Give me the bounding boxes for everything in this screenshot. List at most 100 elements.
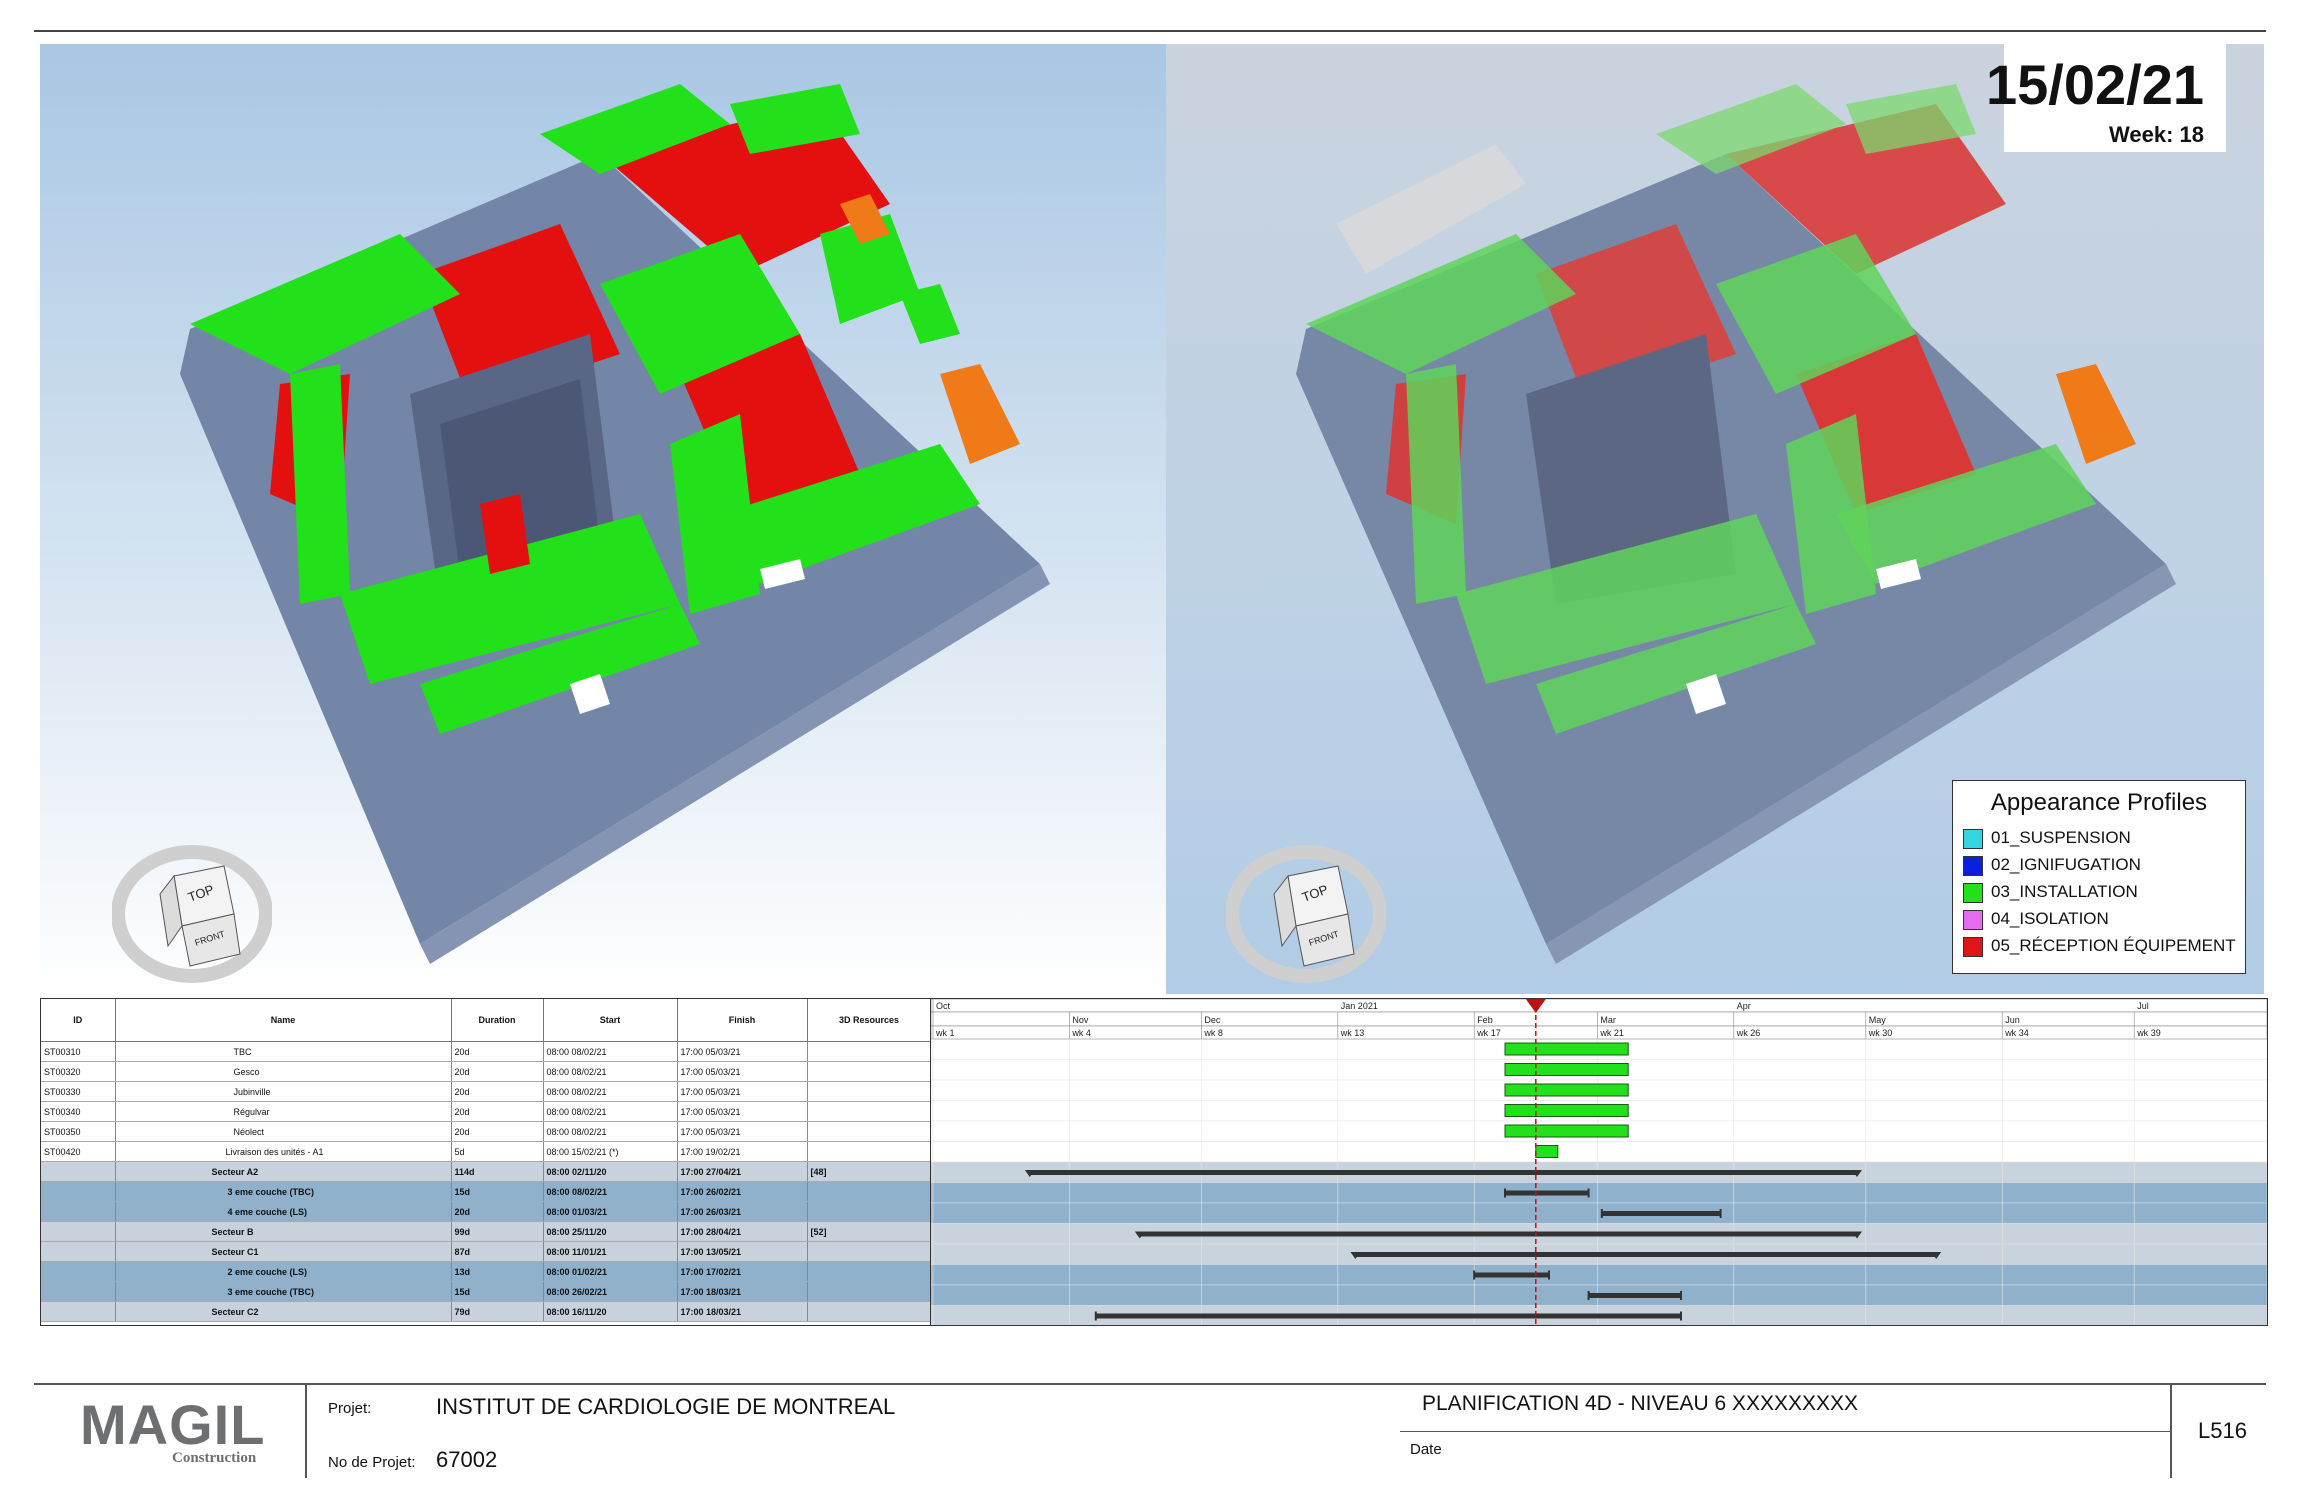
column-header-resources[interactable]: 3D Resources <box>807 999 931 1042</box>
cell-duration: 15d <box>451 1181 544 1202</box>
cell-start: 08:00 08/02/21 <box>543 1101 678 1122</box>
projet-value: INSTITUT DE CARDIOLOGIE DE MONTREAL <box>436 1394 896 1419</box>
cell-name: 2 eme couche (LS) <box>115 1261 452 1282</box>
cell-resources <box>807 1301 931 1322</box>
gantt-month-label: May <box>1869 1015 1887 1025</box>
gantt-week-label: wk 17 <box>1476 1028 1501 1038</box>
cell-start: 08:00 01/02/21 <box>543 1261 678 1282</box>
table-row[interactable]: ST00350 Néolect 20d 08:00 08/02/21 17:00 05/… <box>41 1121 931 1142</box>
titleblock-divider <box>305 1385 307 1478</box>
gantt-chart[interactable]: Oct Nov Dec Jan 2021 Feb Mar Apr May Jun Jul wk 1 w… <box>930 998 2268 1326</box>
table-row[interactable]: ST00310 TBC 20d 08:00 08/02/21 17:00 05/03/2… <box>41 1041 931 1062</box>
cell-id <box>41 1241 116 1262</box>
gantt-month-label: Oct <box>936 1001 951 1011</box>
legend-swatch <box>1963 882 1983 903</box>
cell-start: 08:00 08/02/21 <box>543 1121 678 1142</box>
gantt-task-bar <box>1504 1042 1629 1056</box>
gantt-task-bar <box>1504 1063 1629 1076</box>
gantt-bar-end <box>1473 1270 1476 1280</box>
cell-duration: 87d <box>451 1241 544 1262</box>
table-row[interactable]: ST00420 Livraison des unités - A1 5d 08:00 … <box>41 1141 931 1162</box>
cell-id: ST00350 <box>41 1121 116 1142</box>
legend-swatch <box>1963 909 1983 930</box>
cell-name: Secteur C2 <box>115 1301 452 1322</box>
column-header-id[interactable]: ID <box>41 999 116 1042</box>
column-header-name[interactable]: Name <box>115 999 452 1042</box>
table-row[interactable]: ST00330 Jubinville 20d 08:00 08/02/21 17:00 … <box>41 1081 931 1102</box>
gantt-bar <box>1505 1190 1589 1196</box>
gantt-bar-end <box>1680 1311 1682 1321</box>
gantt-bar-end <box>1587 1188 1590 1198</box>
cell-duration: 99d <box>451 1221 544 1242</box>
appearance-legend: Appearance Profiles 01_SUSPENSION 02_IGN… <box>1952 780 2246 974</box>
task-table[interactable]: ID Name Duration Start Finish 3D Resourc… <box>40 998 932 1326</box>
table-row[interactable]: 3 eme couche (TBC) 15d 08:00 26/02/21 17:00… <box>41 1281 931 1302</box>
gantt-bar-end <box>1600 1209 1603 1218</box>
cell-finish: 17:00 26/03/21 <box>677 1201 808 1222</box>
project-number-value: 67002 <box>436 1447 498 1472</box>
cell-name: Gesco <box>115 1061 452 1082</box>
cell-resources <box>807 1181 931 1202</box>
table-row[interactable]: 3 eme couche (TBC) 15d 08:00 08/02/21 17:00… <box>41 1181 931 1202</box>
cell-resources <box>807 1061 931 1082</box>
gantt-bar <box>1095 1313 1681 1319</box>
gantt-week-label: wk 8 <box>1203 1028 1223 1038</box>
table-row[interactable]: Secteur A2 114d 08:00 02/11/20 17:00 27/04/… <box>41 1161 931 1182</box>
table-row[interactable]: ST00340 Régulvar 20d 08:00 08/02/21 17:00 05… <box>41 1101 931 1122</box>
titleblock-divider <box>2170 1385 2172 1478</box>
cell-name: 3 eme couche (TBC) <box>115 1181 452 1202</box>
gantt-bar <box>1588 1293 1681 1298</box>
cell-duration: 20d <box>451 1201 544 1222</box>
cell-start: 08:00 08/02/21 <box>543 1081 678 1102</box>
table-row[interactable]: 4 eme couche (LS) 20d 08:00 01/03/21 17:00 … <box>41 1201 931 1222</box>
cell-start: 08:00 01/03/21 <box>543 1201 678 1222</box>
cell-resources <box>807 1281 931 1302</box>
cell-resources <box>807 1121 931 1142</box>
cell-duration: 20d <box>451 1041 544 1062</box>
date-overlay: 15/02/21 Week: 18 <box>1986 44 2226 152</box>
cell-finish: 17:00 05/03/21 <box>677 1081 808 1102</box>
gantt-week-label: wk 30 <box>1868 1028 1893 1038</box>
table-row[interactable]: Secteur C2 79d 08:00 16/11/20 17:00 18/03/2… <box>41 1301 931 1322</box>
gantt-week-label: wk 21 <box>1599 1028 1624 1038</box>
cell-start: 08:00 11/01/21 <box>543 1241 678 1262</box>
cell-finish: 17:00 28/04/21 <box>677 1221 808 1242</box>
cell-id <box>41 1261 116 1282</box>
viewport-3d-left[interactable]: TOP FRONT <box>40 44 1166 994</box>
cell-resources <box>807 1261 931 1282</box>
gantt-task-bar <box>1504 1124 1629 1138</box>
cell-id: ST00320 <box>41 1061 116 1082</box>
gantt-week-label: wk 26 <box>1736 1028 1761 1038</box>
current-date: 15/02/21 <box>1986 53 2204 116</box>
cell-name: Livraison des unités - A1 <box>115 1141 452 1162</box>
gantt-bar-end <box>1680 1291 1682 1300</box>
company-logo: MAGIL <box>80 1393 266 1456</box>
cell-duration: 20d <box>451 1101 544 1122</box>
gantt-month-label: Dec <box>1204 1015 1221 1025</box>
legend-swatch <box>1963 855 1983 876</box>
cell-start: 08:00 08/02/21 <box>543 1181 678 1202</box>
gantt-month-label: Jun <box>2005 1015 2020 1025</box>
cell-resources <box>807 1141 931 1162</box>
gantt-row-bg <box>931 1141 2267 1163</box>
legend-swatch <box>1963 936 1983 957</box>
cell-id <box>41 1161 116 1182</box>
cell-id: ST00310 <box>41 1041 116 1062</box>
column-header-duration[interactable]: Duration <box>451 999 544 1042</box>
table-row[interactable]: Secteur B 99d 08:00 25/11/20 17:00 28/04/21… <box>41 1221 931 1242</box>
gantt-row-bg <box>931 1264 2267 1286</box>
table-row[interactable]: ST00320 Gesco 20d 08:00 08/02/21 17:00 05/03… <box>41 1061 931 1082</box>
gantt-week-header <box>931 1025 2267 1040</box>
gantt-summary-bar <box>1029 1170 1857 1175</box>
table-row[interactable]: 2 eme couche (LS) 13d 08:00 01/02/21 17:00 … <box>41 1261 931 1282</box>
cell-duration: 15d <box>451 1281 544 1302</box>
cell-finish: 17:00 13/05/21 <box>677 1241 808 1262</box>
table-row[interactable]: Secteur C1 87d 08:00 11/01/21 17:00 13/05/2… <box>41 1241 931 1262</box>
table-header-row: ID Name Duration Start Finish 3D Resourc… <box>41 999 931 1042</box>
cell-name: TBC <box>115 1041 452 1062</box>
cell-id: ST00330 <box>41 1081 116 1102</box>
column-header-finish[interactable]: Finish <box>677 999 808 1042</box>
column-header-start[interactable]: Start <box>543 999 678 1042</box>
cell-name: Néolect <box>115 1121 452 1142</box>
cell-resources: [52] <box>807 1221 931 1242</box>
